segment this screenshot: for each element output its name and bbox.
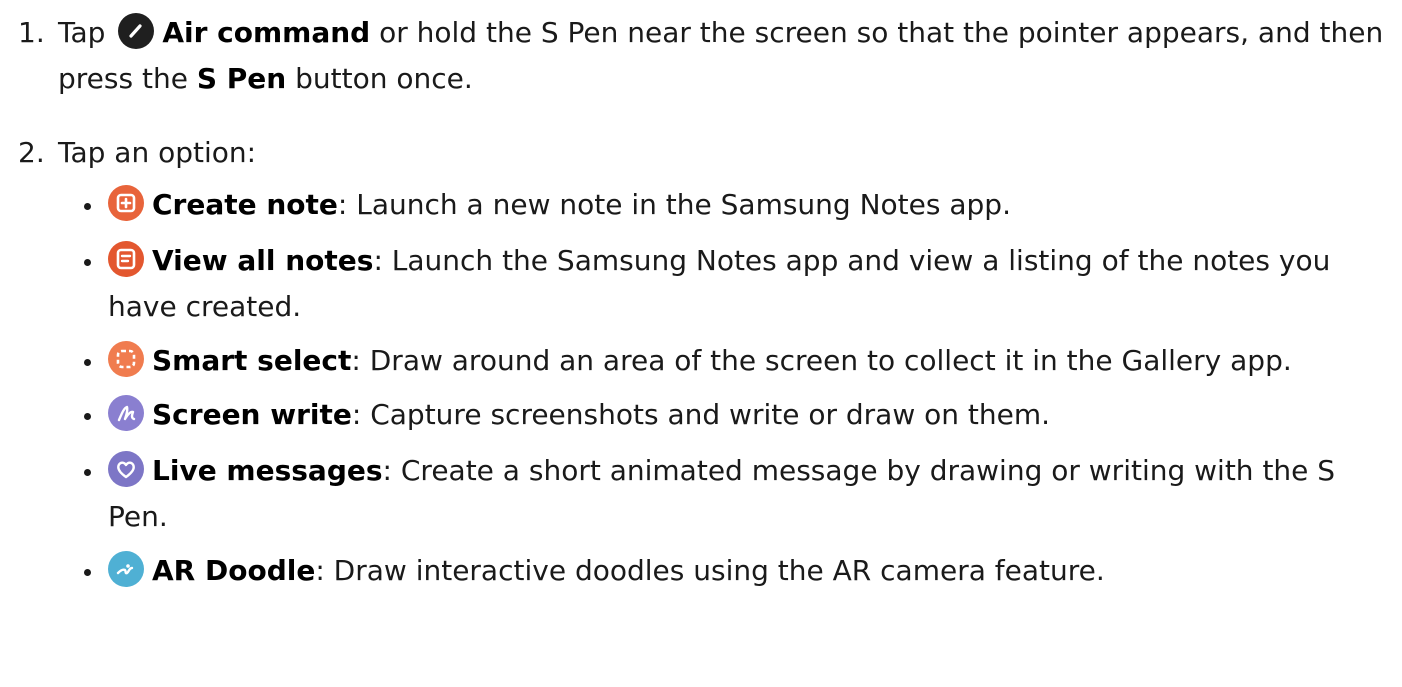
screen-write-icon [108, 395, 144, 431]
option-term: Screen write [152, 398, 352, 431]
view-all-notes-icon [108, 241, 144, 277]
bullet [84, 259, 91, 266]
step-1-end: button once. [295, 62, 473, 95]
option-desc: : Capture screenshots and write or draw … [351, 398, 1051, 431]
option-term: Live messages [152, 454, 383, 487]
option-term: AR Doodle [152, 554, 316, 587]
list-item: Live messages: Create a short animated m… [84, 448, 1398, 540]
step-1: 1. Tap Air command or hold the S Pen nea… [18, 10, 1388, 102]
step-number: 2. [18, 136, 45, 169]
bullet [84, 359, 91, 366]
options-list: Create note: Launch a new note in the Sa… [84, 182, 1398, 604]
bullet [84, 203, 91, 210]
option-desc: : Draw interactive doodles using the AR … [315, 554, 1105, 587]
option-term: View all notes [152, 244, 374, 277]
list-item: View all notes: Launch the Samsung Notes… [84, 238, 1398, 330]
option-term: Create note [152, 188, 338, 221]
list-item: AR Doodle: Draw interactive doodles usin… [84, 548, 1398, 594]
tap-word: Tap [58, 16, 106, 49]
smart-select-icon [108, 341, 144, 377]
step-text: Tap an option: [58, 136, 257, 169]
s-pen-term: S Pen [196, 62, 287, 95]
air-command-term: Air command [162, 16, 371, 49]
list-item: Create note: Launch a new note in the Sa… [84, 182, 1398, 228]
bullet [84, 569, 91, 576]
air-command-pen-icon [118, 13, 155, 49]
create-note-icon [108, 185, 144, 221]
option-desc: : Draw around an area of the screen to c… [351, 344, 1292, 377]
step-number: 1. [18, 16, 45, 49]
ar-doodle-icon [108, 551, 144, 587]
list-item: Screen write: Capture screenshots and wr… [84, 392, 1398, 438]
step-2: 2. Tap an option: [18, 130, 1388, 176]
option-desc: : Launch a new note in the Samsung Notes… [337, 188, 1011, 221]
step-text: Tap Air command or hold the S Pen near t… [58, 10, 1388, 102]
live-messages-icon [108, 451, 144, 487]
bullet [84, 469, 91, 476]
bullet [84, 413, 91, 420]
list-item: Smart select: Draw around an area of the… [84, 338, 1398, 384]
instructions-document: 1. Tap Air command or hold the S Pen nea… [0, 0, 1402, 687]
option-term: Smart select [152, 344, 352, 377]
